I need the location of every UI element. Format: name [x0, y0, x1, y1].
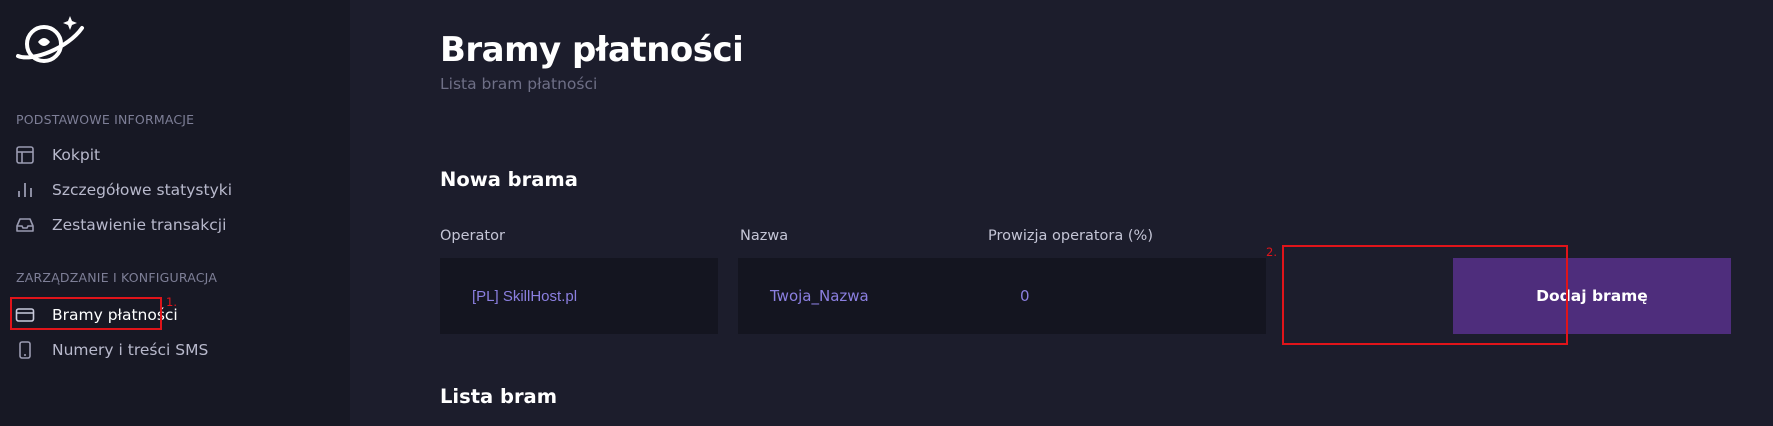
- page-title: Bramy płatności: [440, 30, 744, 70]
- name-label: Nazwa: [740, 228, 789, 244]
- sidebar-item-statystyki[interactable]: Szczegółowe statystyki: [0, 172, 350, 208]
- operator-value: [PL] SkillHost.pl: [472, 287, 578, 305]
- new-gateway-heading: Nowa brama: [440, 168, 578, 191]
- step-2-label: 2.: [1266, 245, 1277, 259]
- sidebar-item-transakcje[interactable]: Zestawienie transakcji: [0, 207, 350, 243]
- main-content: Bramy płatności Lista bram płatności Now…: [350, 0, 1773, 426]
- sidebar-item-label: Szczegółowe statystyki: [52, 181, 233, 199]
- section-title-basic: PODSTAWOWE INFORMACJE: [16, 112, 195, 127]
- fee-label: Prowizja operatora (%): [988, 228, 1153, 244]
- inbox-icon: [14, 214, 36, 236]
- highlight-box-add: [1282, 245, 1568, 345]
- sidebar-item-label: Zestawienie transakcji: [52, 216, 227, 234]
- logo-icon[interactable]: [12, 12, 92, 74]
- sidebar-item-label: Numery i treści SMS: [52, 341, 209, 359]
- highlight-box-bramy: [10, 297, 162, 330]
- operator-select[interactable]: [PL] SkillHost.pl: [440, 258, 718, 334]
- step-1-label: 1.: [166, 295, 177, 309]
- bar-chart-icon: [14, 179, 36, 201]
- fee-input[interactable]: 0: [988, 258, 1266, 334]
- sidebar-item-sms[interactable]: Numery i treści SMS: [0, 332, 350, 368]
- name-input[interactable]: Twoja_Nazwa: [738, 258, 1016, 334]
- section-title-config: ZARZĄDZANIE I KONFIGURACJA: [16, 270, 218, 285]
- sidebar-item-label: Kokpit: [52, 146, 101, 164]
- smartphone-icon: [14, 339, 36, 361]
- layout-icon: [14, 144, 36, 166]
- sidebar: PODSTAWOWE INFORMACJE Kokpit Szczegółowe…: [0, 0, 350, 426]
- operator-label: Operator: [440, 228, 505, 244]
- name-value: Twoja_Nazwa: [770, 287, 869, 305]
- sidebar-item-kokpit[interactable]: Kokpit: [0, 137, 350, 173]
- gateway-list-heading: Lista bram: [440, 385, 558, 408]
- fee-value: 0: [1020, 287, 1030, 305]
- page-subtitle: Lista bram płatności: [440, 75, 598, 93]
